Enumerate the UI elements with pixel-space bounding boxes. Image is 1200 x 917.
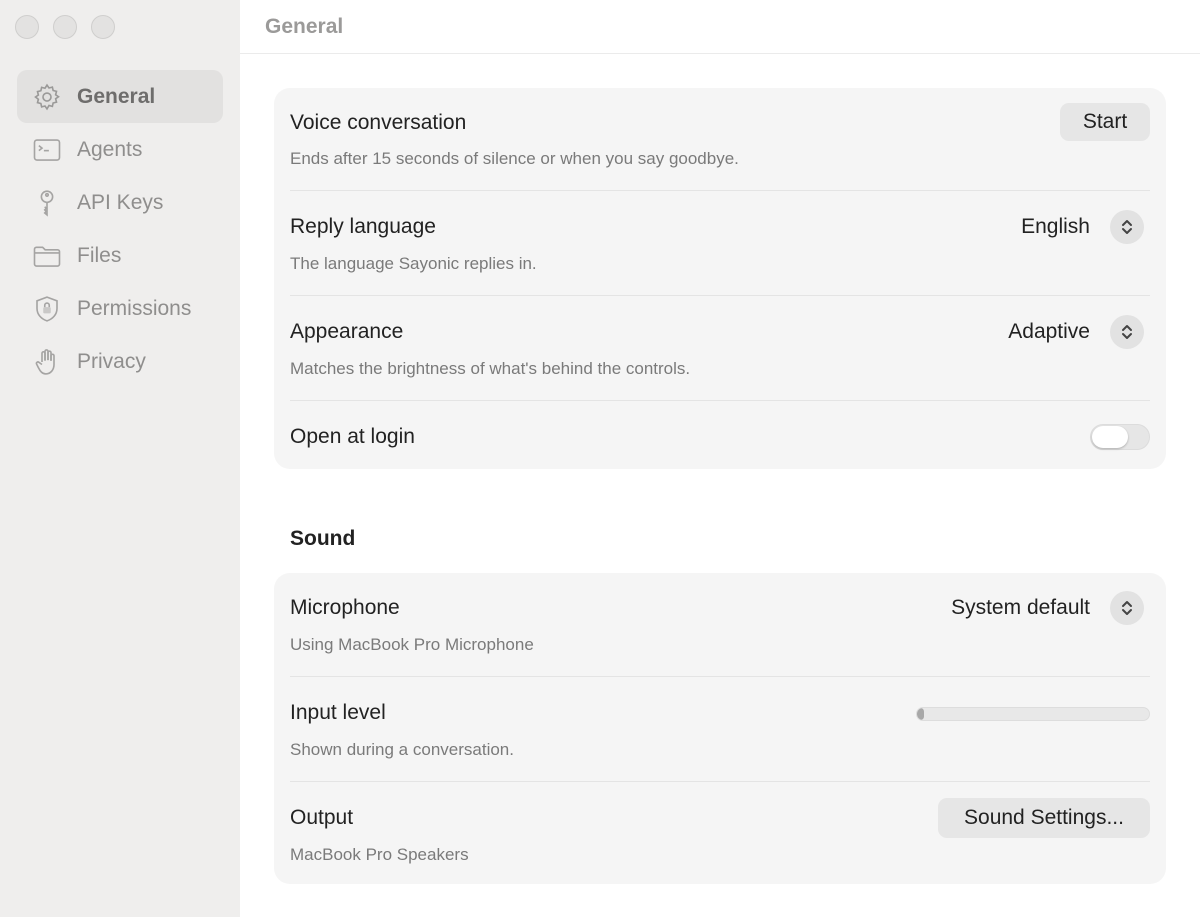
row-description: Using MacBook Pro Microphone (290, 635, 534, 654)
sidebar-item-privacy[interactable]: Privacy (17, 335, 223, 388)
shield-lock-icon (31, 293, 63, 325)
row-description: The language Sayonic replies in. (290, 254, 537, 273)
sidebar-item-label: Files (77, 243, 122, 267)
row-title: Input level (290, 701, 386, 724)
terminal-icon (31, 134, 63, 166)
appearance-row: Appearance Matches the brightness of wha… (290, 296, 1150, 401)
open-at-login-toggle[interactable] (1090, 424, 1150, 450)
reply-language-row: Reply language The language Sayonic repl… (290, 191, 1150, 296)
sidebar-item-label: API Keys (77, 190, 164, 214)
row-description: Ends after 15 seconds of silence or when… (290, 149, 739, 168)
row-title: Open at login (290, 425, 415, 448)
sidebar-item-label: Agents (77, 137, 143, 161)
main-pane: General Voice conversation Ends after 15… (240, 0, 1200, 917)
zoom-window-button[interactable] (91, 15, 115, 39)
input-level-meter (916, 707, 1150, 721)
start-button[interactable]: Start (1060, 103, 1150, 141)
output-row: Output MacBook Pro Speakers Sound Settin… (290, 782, 1150, 884)
reply-language-select[interactable]: English (1021, 210, 1144, 244)
general-settings-card: Voice conversation Ends after 15 seconds… (274, 88, 1166, 469)
toggle-knob (1092, 426, 1128, 448)
chevron-up-down-icon (1110, 591, 1144, 625)
sidebar-nav: General Agents API Keys Files Permission… (17, 70, 223, 388)
open-at-login-row: Open at login (290, 401, 1150, 469)
settings-window: General Agents API Keys Files Permission… (0, 0, 1200, 917)
input-level-row: Input level Shown during a conversation. (290, 677, 1150, 782)
microphone-row: Microphone Using MacBook Pro Microphone … (290, 573, 1150, 677)
sidebar-item-permissions[interactable]: Permissions (17, 282, 223, 335)
sidebar-item-label: Privacy (77, 349, 146, 373)
gear-icon (31, 81, 63, 113)
title-bar: General (240, 0, 1200, 54)
row-description: MacBook Pro Speakers (290, 845, 469, 864)
row-title: Microphone (290, 596, 400, 619)
sound-settings-card: Microphone Using MacBook Pro Microphone … (274, 573, 1166, 884)
sidebar-item-general[interactable]: General (17, 70, 223, 123)
hand-icon (31, 346, 63, 378)
row-title: Appearance (290, 320, 404, 343)
sound-settings-button[interactable]: Sound Settings... (938, 798, 1150, 838)
folder-icon (31, 240, 63, 272)
minimize-window-button[interactable] (53, 15, 77, 39)
page-title: General (265, 14, 344, 38)
select-value: English (1021, 215, 1090, 238)
sidebar-item-api-keys[interactable]: API Keys (17, 176, 223, 229)
chevron-up-down-icon (1110, 210, 1144, 244)
sidebar-item-label: Permissions (77, 296, 192, 320)
row-title: Voice conversation (290, 111, 467, 134)
row-description: Matches the brightness of what's behind … (290, 359, 691, 378)
close-window-button[interactable] (15, 15, 39, 39)
appearance-select[interactable]: Adaptive (1008, 315, 1144, 349)
row-title: Output (290, 806, 354, 829)
sidebar-item-label: General (77, 84, 156, 108)
select-value: System default (951, 596, 1090, 619)
key-icon (31, 187, 63, 219)
select-value: Adaptive (1008, 320, 1090, 343)
sidebar-item-agents[interactable]: Agents (17, 123, 223, 176)
input-level-fill (917, 708, 924, 720)
sidebar-item-files[interactable]: Files (17, 229, 223, 282)
sound-section-title: Sound (290, 527, 356, 550)
row-title: Reply language (290, 215, 436, 238)
window-controls (15, 15, 115, 39)
microphone-select[interactable]: System default (951, 591, 1144, 625)
sidebar: General Agents API Keys Files Permission… (0, 0, 240, 917)
row-description: Shown during a conversation. (290, 740, 514, 759)
chevron-up-down-icon (1110, 315, 1144, 349)
voice-conversation-row: Voice conversation Ends after 15 seconds… (290, 88, 1150, 191)
